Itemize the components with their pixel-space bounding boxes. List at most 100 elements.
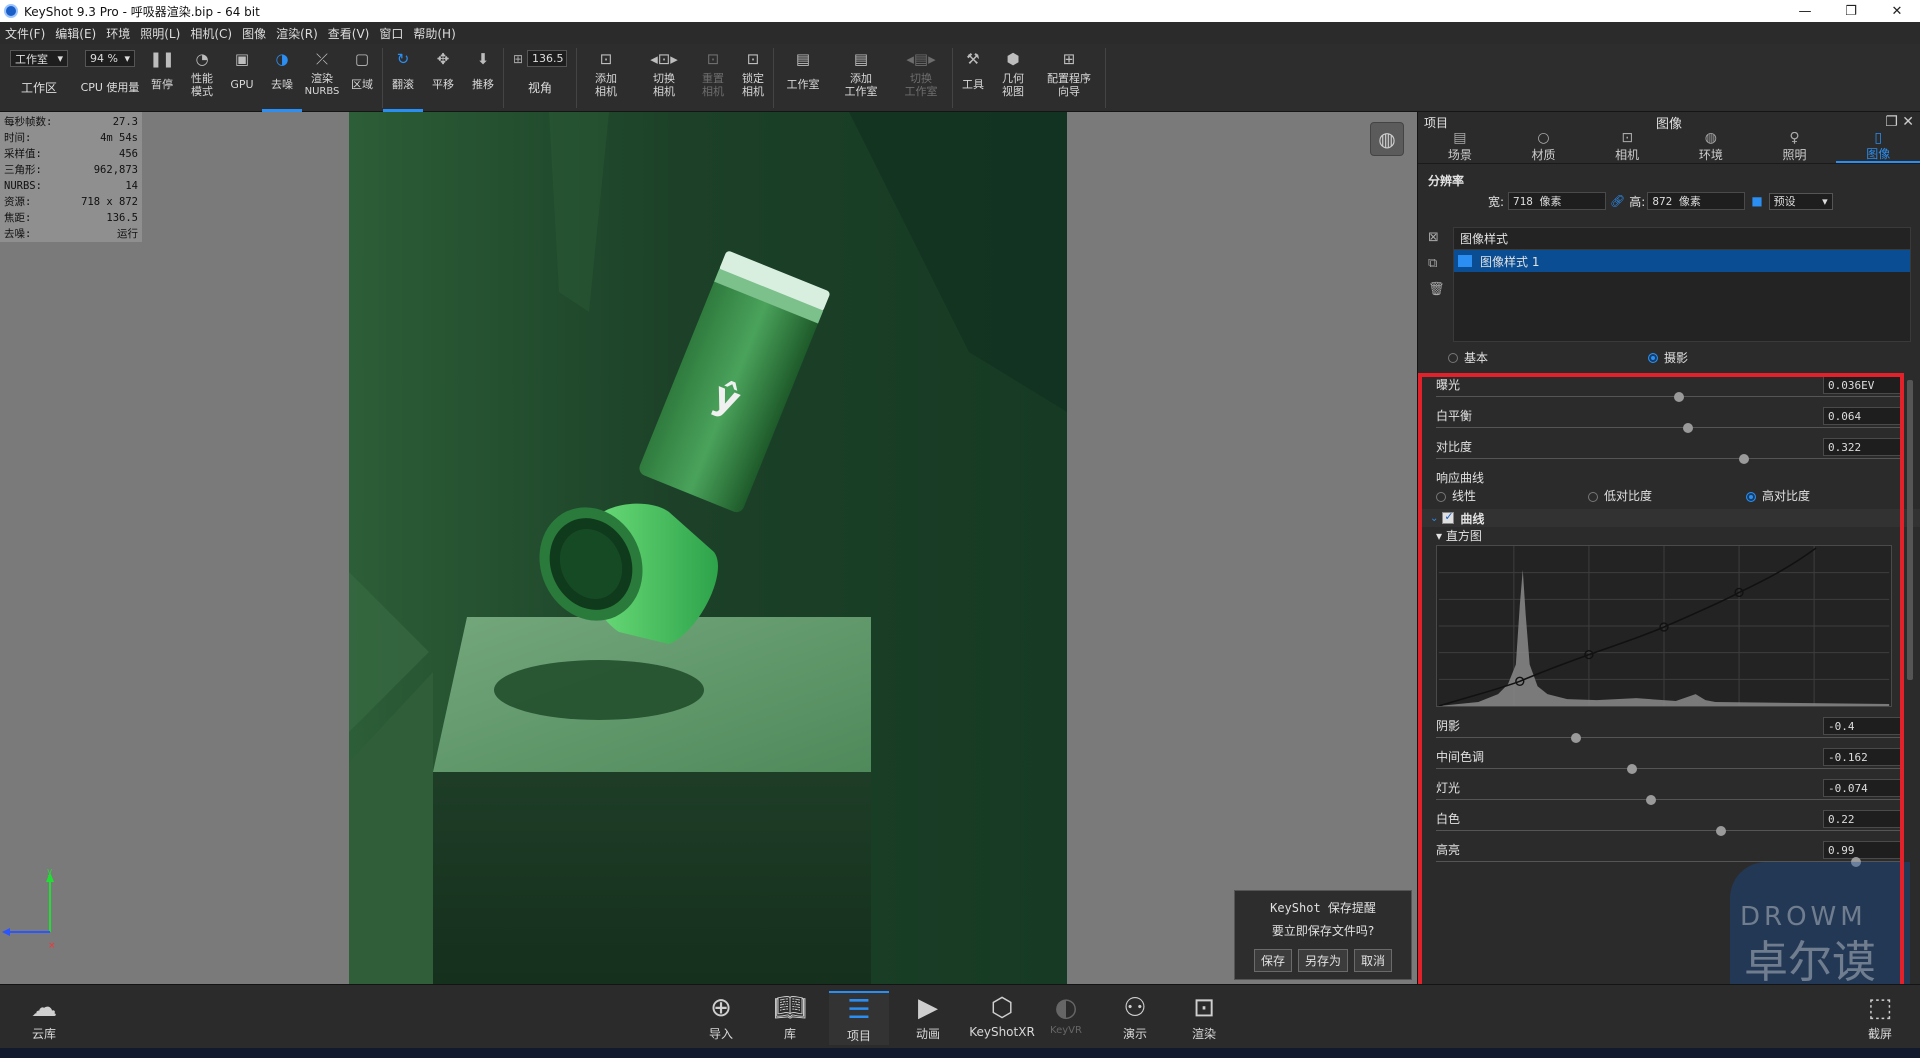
delete-style-icon[interactable]: 🗑︎ [1428,282,1448,308]
menu-view[interactable]: 查看(V) [323,25,375,42]
cancel-button[interactable]: 取消 [1354,949,1393,972]
menu-file[interactable]: 文件(F) [0,25,50,42]
import-button[interactable]: ⊕ 导入 [691,991,751,1045]
geometry-view-button[interactable]: ⬢ 几何 视图 [993,44,1033,112]
height-input[interactable]: 872 像素 [1647,192,1746,210]
screenshot-button[interactable]: ⬚ 截屏 [1850,991,1910,1045]
param-slider-knob[interactable] [1571,733,1582,743]
pause-button[interactable]: ❚❚ 暂停 [142,44,182,112]
param-slider-knob[interactable] [1715,826,1726,836]
menu-edit[interactable]: 编辑(E) [50,25,101,42]
configurator-wizard-button[interactable]: ⊞ 配置程序 向导 [1033,44,1105,112]
param-value-input[interactable]: 0.22 [1823,810,1903,828]
param-slider-track[interactable] [1436,396,1903,397]
param-value-input[interactable]: -0.074 [1823,779,1903,797]
mode-photo-radio[interactable]: 摄影 [1648,349,1688,366]
pan-button[interactable]: ✥ 平移 [423,44,463,112]
library-button[interactable]: 📖︎ 库 [760,991,820,1045]
present-button[interactable]: ⚇ 演示 [1105,991,1165,1045]
switch-studio-button[interactable]: ◂▤▸ 切换 工作室 [890,44,952,112]
curve-high-contrast-radio[interactable]: 高对比度 [1746,487,1810,504]
denoise-button[interactable]: ◑ 去噪 [262,44,302,112]
param-slider-track[interactable] [1436,799,1903,800]
param-slider-track[interactable] [1436,830,1903,831]
link-icon[interactable]: 🔗︎ [1610,194,1625,208]
close-icon[interactable]: ✕ [1874,0,1920,22]
histogram-curve-editor[interactable] [1436,545,1892,707]
tab-scene[interactable]: ▤ 场景 [1418,131,1502,163]
render-button[interactable]: ⊡ 渲染 [1174,991,1234,1045]
animation-button[interactable]: ▶ 动画 [898,991,958,1045]
mode-basic-radio[interactable]: 基本 [1448,349,1488,366]
lock-icon[interactable]: ■ [1751,194,1762,208]
param-value-input[interactable]: -0.4 [1823,717,1903,735]
project-button[interactable]: ☰ 项目 [829,991,889,1045]
add-studio-button[interactable]: ▤ 添加 工作室 [832,44,890,112]
tools-button[interactable]: ⚒ 工具 [953,44,993,112]
restore-icon[interactable]: ❐ [1828,0,1874,22]
undock-icon[interactable]: ❐ [1885,114,1898,130]
region-button[interactable]: ▢ 区域 [342,44,382,112]
param-slider-knob[interactable] [1627,764,1638,774]
param-value-input[interactable]: 0.036EV [1823,376,1903,394]
tab-image[interactable]: ▯ 图像 [1836,131,1920,163]
tab-camera[interactable]: ⊡ 相机 [1585,131,1669,163]
image-style-item[interactable]: 图像样式 1 [1454,250,1910,272]
curve-low-contrast-radio[interactable]: 低对比度 [1588,487,1652,504]
histogram-toggle[interactable]: ▾ 直方图 [1418,527,1920,545]
menu-window[interactable]: 窗口 [374,25,408,42]
param-slider-track[interactable] [1436,768,1903,769]
param-slider-knob[interactable] [1739,454,1750,464]
save-as-button[interactable]: 另存为 [1297,949,1348,972]
performance-mode-button[interactable]: ◔ 性能 模式 [182,44,222,112]
tab-environment[interactable]: ◍ 环境 [1669,131,1753,163]
lock-camera-button[interactable]: ⊡ 锁定 相机 [733,44,773,112]
param-slider-track[interactable] [1436,458,1903,459]
switch-camera-button[interactable]: ◂⊡▸ 切换 相机 [635,44,693,112]
width-input[interactable]: 718 像素 [1508,192,1607,210]
gpu-button[interactable]: ▣ GPU [222,44,262,112]
reset-camera-button[interactable]: ⊡ 重置 相机 [693,44,733,112]
menu-environment[interactable]: 环境 [101,25,135,42]
tab-lighting[interactable]: ♀ 照明 [1753,131,1837,163]
menu-render[interactable]: 渲染(R) [271,25,323,42]
cloud-library-button[interactable]: ☁ 云库 [14,991,74,1045]
save-button[interactable]: 保存 [1253,949,1292,972]
param-slider-track[interactable] [1436,427,1903,428]
param-slider-knob[interactable] [1673,392,1684,402]
minimize-icon[interactable]: — [1782,0,1828,22]
preset-select[interactable]: 预设 ▾ [1768,192,1833,210]
keyshotxr-button[interactable]: ⬡ KeyShotXR [967,991,1037,1045]
duplicate-style-icon[interactable]: ⧉ [1428,256,1448,282]
new-style-icon[interactable]: ⊠ [1428,230,1448,256]
param-slider-knob[interactable] [1645,795,1656,805]
fov-input[interactable]: 136.5 [527,50,568,67]
param-value-input[interactable]: -0.162 [1823,748,1903,766]
cpu-usage-select[interactable]: 94 % ▾ [85,50,135,67]
panel-scrollbar[interactable] [1907,380,1913,680]
curve-section-header[interactable]: ⌄ 曲线 [1418,509,1920,527]
curve-checkbox[interactable] [1442,510,1455,524]
param-row: 阴影 -0.4 [1418,715,1920,746]
globe-environment-button[interactable]: ◍ [1370,122,1404,156]
close-icon[interactable]: ✕ [1902,114,1914,130]
menu-lighting[interactable]: 照明(L) [135,25,185,42]
param-slider-track[interactable] [1436,737,1903,738]
param-value-input[interactable]: 0.322 [1823,438,1903,456]
param-slider-knob[interactable] [1683,423,1694,433]
param-value-input[interactable]: 0.064 [1823,407,1903,425]
workspace-select[interactable]: 工作室 ▾ [10,50,68,67]
studio-button[interactable]: ▤ 工作室 [774,44,832,112]
dolly-button[interactable]: ⬇ 推移 [463,44,503,112]
param-value-input[interactable]: 0.99 [1823,841,1903,859]
add-camera-button[interactable]: ⊡ 添加 相机 [577,44,635,112]
tab-material[interactable]: ○ 材质 [1502,131,1586,163]
menu-image[interactable]: 图像 [237,25,271,42]
keyvr-button[interactable]: ◐ KeyVR [1036,991,1096,1045]
render-nurbs-button[interactable]: ⤫ 渲染 NURBS [302,44,342,112]
menu-help[interactable]: 帮助(H) [408,25,460,42]
tumble-button[interactable]: ↻ 翻滚 [383,44,423,112]
menu-camera[interactable]: 相机(C) [185,25,237,42]
render-viewport[interactable]: ŷ [349,112,1067,984]
curve-linear-radio[interactable]: 线性 [1436,487,1476,504]
